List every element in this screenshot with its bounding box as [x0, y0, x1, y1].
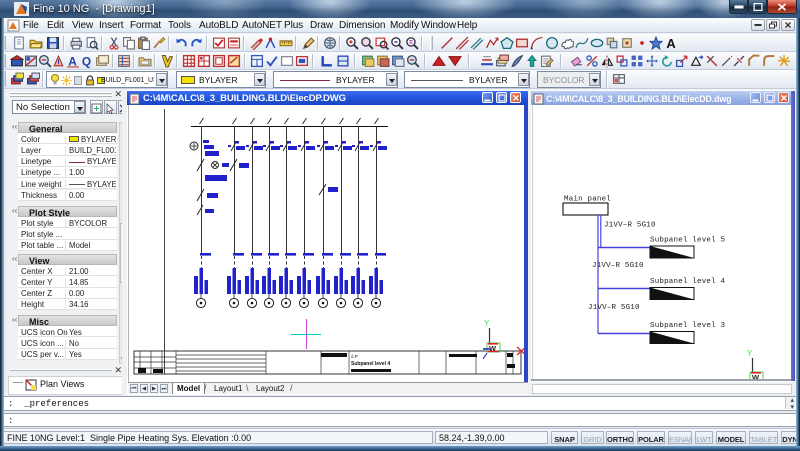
svg-text:Subpanel level 3: Subpanel level 3	[650, 322, 726, 330]
svg-text:Subpanel level 4: Subpanel level 4	[650, 278, 726, 286]
svg-text:J1VV–R 5G10: J1VV–R 5G10	[588, 304, 640, 312]
svg-text:Main panel: Main panel	[564, 196, 611, 204]
svg-text:W: W	[489, 344, 497, 353]
svg-text:Y: Y	[484, 319, 490, 329]
svg-text:Q: Q	[82, 54, 91, 68]
svg-text:J1VV–R 5G10: J1VV–R 5G10	[592, 262, 644, 270]
svg-text:Subpanel level 4: Subpanel level 4	[351, 361, 390, 367]
svg-text:A: A	[666, 36, 675, 50]
svg-text:A: A	[68, 54, 77, 68]
svg-text:ó.P: ó.P	[351, 354, 358, 359]
svg-text:Subpanel level 5: Subpanel level 5	[650, 237, 726, 245]
svg-text:Y: Y	[747, 349, 753, 359]
svg-text:J1VV–R 5G10: J1VV–R 5G10	[604, 222, 656, 230]
